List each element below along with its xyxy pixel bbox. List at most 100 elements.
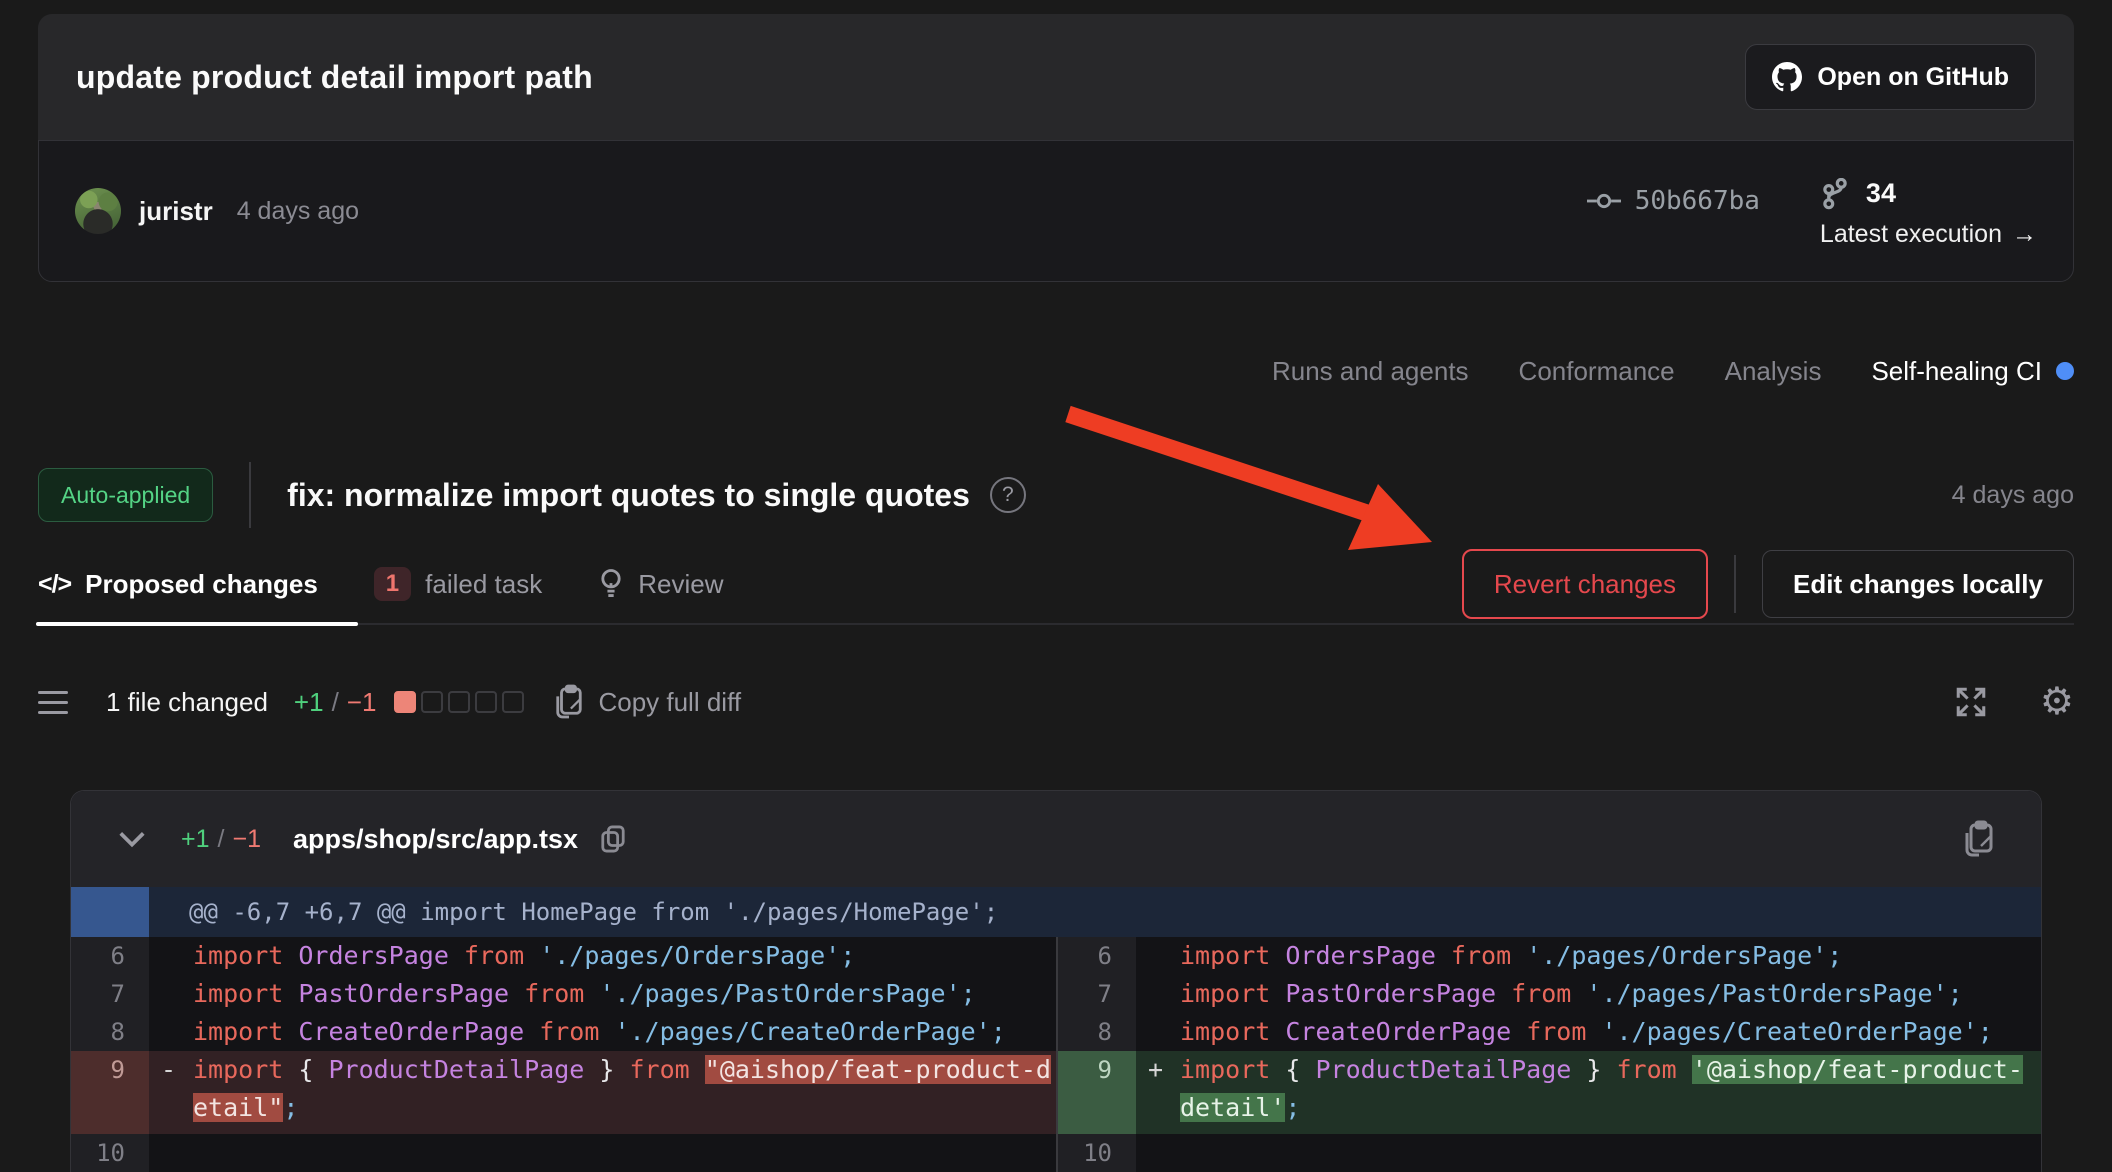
diff-panel-new: 6 import OrdersPage from './pages/OrdersP…	[1058, 937, 2041, 1172]
code-token: './pages/CreateOrderPage'	[614, 1017, 990, 1046]
auto-applied-badge: Auto-applied	[38, 468, 213, 522]
code-token: import	[193, 1017, 298, 1046]
file-path: apps/shop/src/app.tsx	[293, 824, 578, 855]
files-changed-label: 1 file changed	[106, 687, 268, 718]
latest-execution-link[interactable]: Latest execution →	[1820, 220, 2037, 249]
hunk-gutter-block	[71, 887, 149, 937]
code-token: PastOrdersPage	[298, 979, 509, 1008]
top-nav: Runs and agents Conformance Analysis Sel…	[1272, 346, 2074, 396]
tab-proposed-changes[interactable]: </> Proposed changes	[38, 569, 318, 600]
tab-failed-task[interactable]: 1 failed task	[374, 567, 542, 601]
nav-analysis[interactable]: Analysis	[1725, 356, 1822, 387]
diff-line-9: 9-import { ProductDetailPage } from "@ai…	[71, 1051, 1056, 1134]
code-token: from	[630, 1055, 705, 1084]
edit-changes-locally-button[interactable]: Edit changes locally	[1762, 550, 2074, 618]
code-token: import	[1180, 1017, 1285, 1046]
diff-summary-row: 1 file changed +1 / −1 Copy full diff ⚙	[38, 672, 2074, 732]
clipboard-icon	[554, 684, 584, 720]
commit-meta-card: juristr 4 days ago 50b667ba 34 Latest ex…	[38, 140, 2074, 282]
divider	[1734, 555, 1736, 613]
diff-line-9: 9+import { ProductDetailPage } from '@ai…	[1058, 1051, 2041, 1134]
tab-proposed-changes-label: Proposed changes	[85, 569, 318, 600]
diff-line-6: 6import OrdersPage from './pages/OrdersP…	[1058, 937, 2041, 975]
code-token: './pages/OrdersPage'	[1526, 941, 1827, 970]
arrow-right-icon: →	[2012, 220, 2037, 249]
line-content: import CreateOrderPage from './pages/Cre…	[149, 1013, 1056, 1051]
help-icon[interactable]: ?	[990, 477, 1026, 513]
code-token: OrdersPage	[298, 941, 449, 970]
diff-line-8: 8import CreateOrderPage from './pages/Cr…	[71, 1013, 1056, 1051]
commit-age: 4 days ago	[237, 197, 359, 226]
line-content: -import { ProductDetailPage } from "@ais…	[149, 1051, 1056, 1134]
diff-line-6: 6import OrdersPage from './pages/OrdersP…	[71, 937, 1056, 975]
open-on-github-button[interactable]: Open on GitHub	[1745, 44, 2036, 110]
nav-runs-and-agents[interactable]: Runs and agents	[1272, 356, 1469, 387]
hunk-header-text: @@ -6,7 +6,7 @@ import HomePage from './…	[189, 898, 998, 926]
diff-line-7: 7import PastOrdersPage from './pages/Pas…	[71, 975, 1056, 1013]
tab-failed-task-label: failed task	[425, 569, 542, 600]
execution-count: 34	[1866, 178, 1896, 209]
file-list-menu-icon[interactable]	[38, 691, 68, 714]
copy-file-diff-icon[interactable]	[1963, 820, 1995, 858]
fix-tabs-row: </> Proposed changes 1 failed task Revie…	[38, 545, 2074, 625]
count-separator: /	[332, 687, 339, 718]
code-token: ;	[840, 941, 855, 970]
line-number: 6	[1058, 937, 1136, 975]
fix-age: 4 days ago	[1952, 481, 2074, 510]
code-token: import	[193, 941, 298, 970]
code-token: './pages/OrdersPage'	[539, 941, 840, 970]
commit-hash-group[interactable]: 50b667ba	[1587, 186, 1760, 216]
code-token: from	[1617, 1055, 1692, 1084]
gear-icon[interactable]: ⚙	[2040, 685, 2074, 719]
commit-hash: 50b667ba	[1635, 186, 1760, 216]
diff-file-header[interactable]: +1 / −1 apps/shop/src/app.tsx	[71, 791, 2041, 887]
code-token: import	[1180, 941, 1285, 970]
code-token: from	[1511, 1017, 1601, 1046]
nav-conformance[interactable]: Conformance	[1519, 356, 1675, 387]
nav-self-healing-ci[interactable]: Self-healing CI	[1871, 356, 2074, 387]
line-content: +import { ProductDetailPage } from '@ais…	[1136, 1051, 2041, 1134]
diffstat-square	[448, 691, 470, 713]
code-token: import	[193, 979, 298, 1008]
tab-review-label: Review	[638, 569, 723, 600]
commit-header-card: update product detail import path Open o…	[38, 14, 2074, 140]
chevron-down-icon[interactable]	[117, 829, 147, 849]
revert-changes-button[interactable]: Revert changes	[1462, 549, 1708, 619]
code-token: ProductDetailPage	[328, 1055, 584, 1084]
file-count-separator: /	[218, 825, 225, 854]
line-content: import OrdersPage from './pages/OrdersPa…	[149, 937, 1056, 975]
copy-full-diff-button[interactable]: Copy full diff	[554, 684, 741, 720]
divider	[249, 462, 251, 528]
deletion-marker: -	[161, 1051, 176, 1089]
commit-author[interactable]: juristr	[139, 196, 213, 227]
line-content	[149, 1134, 1056, 1172]
code-token: ;	[1285, 1093, 1300, 1122]
avatar[interactable]	[75, 188, 121, 234]
diffstat-square-filled	[394, 691, 416, 713]
line-number: 8	[71, 1013, 149, 1051]
code-token: }	[1571, 1055, 1616, 1084]
commit-icon	[1587, 191, 1621, 211]
copy-path-icon[interactable]	[600, 824, 626, 854]
code-token: ;	[1978, 1017, 1993, 1046]
code-token: import	[193, 1055, 298, 1084]
diffstat-square	[502, 691, 524, 713]
diff-panel-old: 6import OrdersPage from './pages/OrdersP…	[71, 937, 1056, 1172]
diff-panels: 6import OrdersPage from './pages/OrdersP…	[71, 937, 2041, 1172]
fullscreen-icon[interactable]	[1954, 685, 1988, 719]
tab-review[interactable]: Review	[598, 568, 723, 600]
code-token: }	[584, 1055, 629, 1084]
code-token: OrdersPage	[1285, 941, 1436, 970]
code-token: ProductDetailPage	[1315, 1055, 1571, 1084]
code-token: ;	[961, 979, 976, 1008]
code-token: './pages/CreateOrderPage'	[1601, 1017, 1977, 1046]
line-content: import PastOrdersPage from './pages/Past…	[149, 975, 1056, 1013]
line-number: 8	[1058, 1013, 1136, 1051]
failed-count-badge: 1	[374, 567, 411, 601]
line-number: 9	[1058, 1051, 1136, 1134]
code-token: CreateOrderPage	[298, 1017, 524, 1046]
file-deletions: −1	[232, 825, 261, 854]
code-token: './pages/PastOrdersPage'	[1586, 979, 1947, 1008]
github-icon	[1772, 62, 1802, 92]
diff-line-8: 8import CreateOrderPage from './pages/Cr…	[1058, 1013, 2041, 1051]
